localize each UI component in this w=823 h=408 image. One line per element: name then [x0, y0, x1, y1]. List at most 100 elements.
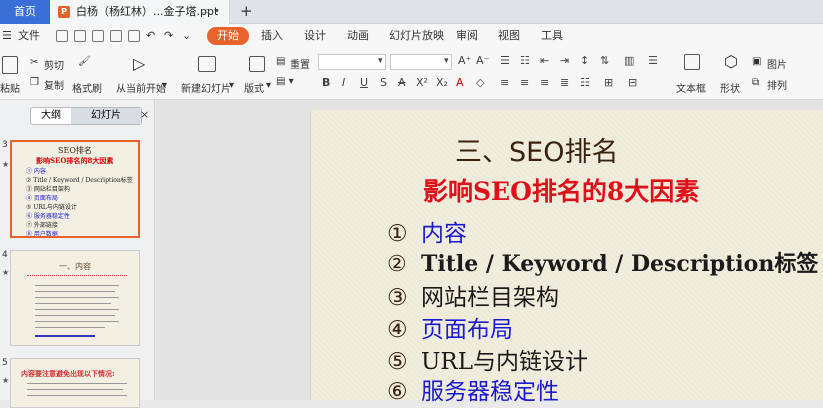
shrink-font-icon[interactable]: A⁻ [476, 54, 489, 67]
layout-button[interactable]: 版式 [244, 80, 264, 95]
font-size-field[interactable] [390, 54, 452, 70]
reset-icon[interactable]: ▤ [276, 56, 285, 67]
textbox-icon[interactable] [684, 54, 700, 70]
menu-animation[interactable]: 动画 [347, 24, 369, 48]
menu-slideshow[interactable]: 幻灯片放映 [389, 24, 444, 48]
preview-icon[interactable] [128, 30, 140, 42]
shadow-icon[interactable]: S [380, 76, 387, 89]
export-icon[interactable] [92, 30, 104, 42]
decrease-indent-icon[interactable]: ⇤ [540, 54, 549, 67]
customize-icon[interactable]: ⌄ [182, 24, 191, 48]
align-left-icon[interactable]: ≡ [500, 76, 509, 89]
align-center-icon[interactable]: ≡ [520, 76, 529, 89]
new-slide-button[interactable]: 新建幻灯片 [181, 80, 231, 95]
format-painter-button[interactable]: 格式刷 [72, 80, 102, 95]
italic-icon[interactable]: I [342, 76, 345, 89]
menu-start[interactable]: 开始 [207, 27, 249, 45]
copy-icon[interactable]: ❐ [30, 77, 39, 88]
shape-button[interactable]: 形状 [720, 80, 740, 95]
slide-title[interactable]: 三、SEO排名 [455, 130, 618, 169]
columns-icon[interactable]: ▥ [624, 54, 634, 67]
thumb-placeholder-line [27, 395, 127, 396]
text-direction-icon[interactable]: ⇅ [600, 54, 609, 67]
tab-document[interactable]: P 白杨（杨红林）...金子塔.ppt ▭ • [50, 0, 230, 24]
arrange-button[interactable]: 排列 [767, 77, 787, 92]
superscript-icon[interactable]: X² [416, 76, 428, 89]
picture-button[interactable]: 图片 [767, 56, 787, 71]
cut-button[interactable]: 剪切 [44, 57, 64, 72]
menu-review[interactable]: 审阅 [456, 24, 478, 48]
font-size-dropdown-icon[interactable]: ▾ [444, 56, 449, 66]
slide-list-item[interactable]: ③ 网站栏目架构 [387, 278, 559, 312]
slide-list-item[interactable]: ① 内容 [387, 214, 467, 248]
scissors-icon[interactable]: ✂ [30, 57, 38, 68]
subscript-icon[interactable]: X₂ [436, 76, 448, 89]
grow-font-icon[interactable]: A⁺ [458, 54, 471, 67]
slide-list-item[interactable]: ④ 页面布局 [387, 310, 513, 344]
line-spacing-icon[interactable]: ↕ [580, 54, 589, 67]
redo-icon[interactable]: ↷ [164, 24, 173, 48]
print-icon[interactable] [110, 30, 122, 42]
strikethrough-icon[interactable]: A [398, 76, 406, 89]
tab-home[interactable]: 首页 [0, 0, 50, 24]
slide-list-item[interactable]: ⑥ 服务器稳定性 [387, 372, 559, 406]
play-from-current-button[interactable]: 从当前开始 [116, 80, 166, 95]
slide-thumbnail[interactable]: 一、内容 [10, 250, 140, 346]
numbering-icon[interactable]: ☷ [520, 54, 530, 67]
animation-star-icon: ★ [2, 376, 10, 385]
slide-thumbnail[interactable]: SEO排名 影响SEO排名的8大因素 ① 内容 ② Title / Keywor… [10, 140, 140, 238]
menu-file[interactable]: 文件 [18, 24, 40, 48]
reset-button[interactable]: 重置 [290, 56, 310, 71]
slide-list-item[interactable]: ⑤ URL与内链设计 [387, 342, 588, 376]
distribute-icon[interactable]: ☷ [580, 76, 590, 89]
new-tab-button[interactable]: + [240, 0, 253, 22]
align-text-icon[interactable]: ☰ [648, 54, 658, 67]
font-name-field[interactable] [318, 54, 386, 70]
monitor-icon[interactable]: ▭ [200, 0, 209, 24]
font-name-dropdown-icon[interactable]: ▾ [378, 56, 383, 66]
section-icon[interactable]: ▤ ▾ [276, 76, 294, 87]
close-pane-icon[interactable]: × [140, 108, 149, 121]
menu-design[interactable]: 设计 [304, 24, 326, 48]
layout-icon[interactable] [249, 56, 265, 72]
picture-icon[interactable]: ▣ [752, 56, 761, 67]
bullets-icon[interactable]: ☰ [500, 54, 510, 67]
close-tab-icon[interactable]: • [214, 0, 220, 24]
slide-list-item[interactable]: ② Title / Keyword / Description标签 [387, 246, 818, 278]
slide-subtitle[interactable]: 影响SEO排名的8大因素 [423, 172, 699, 208]
bold-icon[interactable]: B [322, 76, 330, 89]
play-dropdown-icon[interactable]: ▾ [162, 80, 167, 91]
menu-view[interactable]: 视图 [498, 24, 520, 48]
menu-hamburger-icon[interactable]: ☰ [2, 24, 12, 48]
thumb-title: SEO排名 [58, 146, 92, 155]
clear-format-icon[interactable]: ◇ [476, 76, 484, 89]
open-icon[interactable] [56, 30, 68, 42]
align-right-icon[interactable]: ≡ [540, 76, 549, 89]
tab-slides[interactable]: 幻灯片 [71, 108, 141, 124]
font-color-icon[interactable]: A [456, 76, 464, 89]
current-slide[interactable]: 三、SEO排名 影响SEO排名的8大因素 ① 内容 ② Title / Keywor… [310, 110, 823, 405]
new-slide-dropdown-icon[interactable]: ▾ [229, 80, 234, 91]
undo-icon[interactable]: ↶ [146, 24, 155, 48]
copy-button[interactable]: 复制 [44, 77, 64, 92]
tab-outline[interactable]: 大纲 [31, 108, 71, 124]
layout-dropdown-icon[interactable]: ▾ [266, 80, 271, 91]
paste-button[interactable]: 粘贴 [0, 80, 20, 95]
menu-insert[interactable]: 插入 [261, 24, 283, 48]
play-icon[interactable]: ▷ [133, 54, 145, 73]
save-icon[interactable] [74, 30, 86, 42]
table-icon[interactable]: ⊟ [628, 76, 637, 89]
new-slide-icon[interactable] [198, 56, 216, 72]
increase-indent-icon[interactable]: ⇥ [560, 54, 569, 67]
format-painter-icon[interactable]: 🖌 [78, 56, 91, 67]
menu-tools[interactable]: 工具 [541, 24, 563, 48]
shape-icon[interactable]: ⬡ [724, 52, 738, 71]
thumb-placeholder-line [27, 383, 127, 384]
justify-icon[interactable]: ≣ [560, 76, 569, 89]
paste-icon[interactable] [2, 56, 18, 74]
arrange-icon[interactable]: ⧉ [752, 77, 759, 88]
smart-art-icon[interactable]: ⊞ [604, 76, 613, 89]
slide-thumbnail[interactable]: 内容要注意避免出现以下情况: [10, 358, 140, 408]
textbox-button[interactable]: 文本框 [676, 80, 706, 95]
underline-icon[interactable]: U [360, 76, 368, 89]
